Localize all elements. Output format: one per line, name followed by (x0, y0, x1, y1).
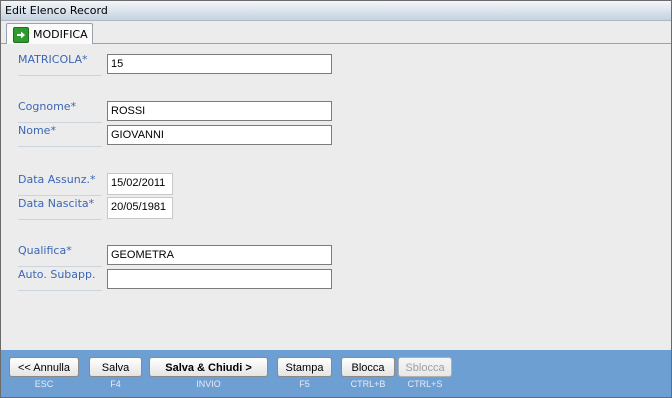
stampa-shortcut: F5 (299, 379, 310, 389)
auto-subapp-input[interactable] (107, 269, 332, 289)
qualifica-input[interactable]: GEOMETRA (107, 245, 332, 265)
sblocca-shortcut: CTRL+S (407, 379, 443, 389)
window-titlebar: Edit Elenco Record (1, 1, 671, 21)
tab-strip: MODIFICA (1, 21, 671, 44)
cognome-label: Cognome* (18, 100, 102, 123)
annulla-shortcut: ESC (34, 379, 54, 389)
stampa-button[interactable]: Stampa (277, 357, 332, 377)
window-title: Edit Elenco Record (5, 4, 108, 17)
salva-shortcut: F4 (110, 379, 121, 389)
salva-chiudi-shortcut: INVIO (196, 379, 221, 389)
data-assunz-label: Data Assunz.* (18, 173, 102, 196)
edit-record-window: Edit Elenco Record MODIFICA MATRICOLA* 1… (0, 0, 672, 398)
salva-button[interactable]: Salva (89, 357, 142, 377)
salva-chiudi-button[interactable]: Salva & Chiudi > (149, 357, 268, 377)
arrow-right-icon (13, 27, 29, 43)
tab-modifica[interactable]: MODIFICA (6, 23, 93, 44)
matricola-label: MATRICOLA* (18, 53, 102, 76)
data-nascita-label: Data Nascita* (18, 197, 102, 220)
blocca-shortcut: CTRL+B (350, 379, 386, 389)
qualifica-label: Qualifica* (18, 244, 102, 267)
button-bar: << Annulla ESC Salva F4 Salva & Chiudi >… (1, 350, 671, 397)
annulla-button[interactable]: << Annulla (9, 357, 79, 377)
auto-subapp-label: Auto. Subapp. (18, 268, 102, 291)
matricola-input[interactable]: 15 (107, 54, 332, 74)
data-nascita-input[interactable]: 20/05/1981 (107, 197, 173, 219)
nome-input[interactable]: GIOVANNI (107, 125, 332, 145)
nome-label: Nome* (18, 124, 102, 147)
data-assunz-input[interactable]: 15/02/2011 (107, 173, 173, 195)
cognome-input[interactable]: ROSSI (107, 101, 332, 121)
sblocca-button: Sblocca (398, 357, 452, 377)
blocca-button[interactable]: Blocca (341, 357, 395, 377)
tab-label: MODIFICA (33, 28, 88, 41)
record-form: MATRICOLA* 15 Cognome* ROSSI Nome* GIOVA… (1, 44, 671, 350)
